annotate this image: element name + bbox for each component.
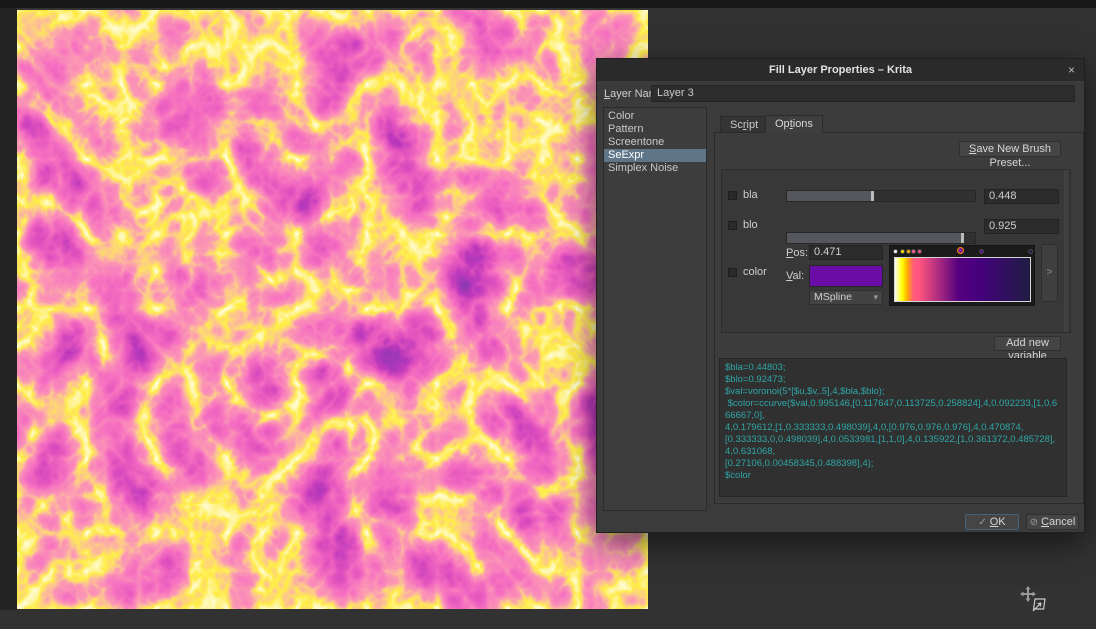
blo-slider-handle[interactable] bbox=[961, 233, 964, 243]
bla-slider-fill bbox=[787, 191, 871, 201]
list-item-color[interactable]: Color bbox=[604, 110, 706, 123]
list-item-simplex-noise[interactable]: Simplex Noise bbox=[604, 162, 706, 175]
interpolation-value: MSpline bbox=[814, 291, 852, 303]
ok-button[interactable]: ✓ OK bbox=[965, 514, 1019, 530]
blo-label: blo bbox=[743, 219, 758, 231]
gradient-stop-marker[interactable] bbox=[1028, 249, 1033, 254]
fill-layer-properties-dialog: Fill Layer Properties – Krita × Layer Na… bbox=[596, 58, 1085, 533]
dialog-title: Fill Layer Properties – Krita bbox=[597, 59, 1084, 81]
cancel-label: Cancel bbox=[1041, 516, 1075, 528]
list-item-screentone[interactable]: Screentone bbox=[604, 136, 706, 149]
gradient-control-points[interactable] bbox=[890, 246, 1034, 257]
gradient-editor[interactable] bbox=[889, 245, 1035, 306]
blo-slider-fill bbox=[787, 233, 961, 243]
gradient-stop-marker[interactable] bbox=[906, 249, 911, 254]
bla-slider-handle[interactable] bbox=[871, 191, 874, 201]
bla-value-field[interactable]: 0.448 bbox=[984, 189, 1059, 204]
dialog-titlebar[interactable]: Fill Layer Properties – Krita × bbox=[597, 59, 1084, 81]
blo-slider[interactable] bbox=[786, 232, 976, 244]
list-item-pattern[interactable]: Pattern bbox=[604, 123, 706, 136]
canvas-seexpr-preview[interactable] bbox=[17, 10, 648, 609]
gradient-bar[interactable] bbox=[894, 257, 1031, 302]
tab-options[interactable]: Options bbox=[765, 115, 823, 133]
cancel-circle-icon: ⊘ bbox=[1030, 517, 1038, 528]
checkmark-icon: ✓ bbox=[978, 517, 986, 528]
chevron-down-icon: ▾ bbox=[873, 291, 878, 304]
ok-label: OK bbox=[990, 516, 1006, 528]
gradient-stop-marker[interactable] bbox=[900, 249, 905, 254]
val-label: Val: bbox=[786, 270, 804, 282]
generator-list: Color Pattern Screentone SeExpr Simplex … bbox=[603, 107, 707, 511]
add-new-variable-button[interactable]: Add new variable bbox=[994, 336, 1061, 351]
gradient-stop-marker[interactable] bbox=[917, 249, 922, 254]
list-item-seexpr[interactable]: SeExpr bbox=[604, 149, 706, 162]
blo-value-field[interactable]: 0.925 bbox=[984, 219, 1059, 234]
color-value-swatch[interactable] bbox=[809, 265, 883, 287]
layer-name-input[interactable]: Layer 3 bbox=[651, 85, 1075, 102]
tab-script[interactable]: Script bbox=[720, 116, 768, 133]
blo-checkbox[interactable] bbox=[728, 221, 737, 230]
voronoi-noise-image bbox=[17, 10, 648, 609]
gradient-stop-marker[interactable] bbox=[911, 249, 916, 254]
interpolation-dropdown[interactable]: MSpline ▾ bbox=[809, 290, 883, 305]
window-top-strip bbox=[0, 0, 1096, 8]
gradient-stop-marker[interactable] bbox=[893, 249, 898, 254]
color-label: color bbox=[743, 266, 767, 278]
gradient-stop-marker[interactable] bbox=[957, 247, 964, 254]
bla-checkbox[interactable] bbox=[728, 191, 737, 200]
pos-label: Pos: bbox=[786, 247, 808, 259]
move-cursor-icon bbox=[1020, 586, 1052, 618]
gradient-next-button[interactable]: > bbox=[1041, 244, 1058, 302]
canvas-left-margin bbox=[0, 8, 17, 610]
variables-scrollbar[interactable] bbox=[1064, 170, 1068, 332]
gradient-stop-marker[interactable] bbox=[979, 249, 984, 254]
pos-value-field[interactable]: 0.471 bbox=[809, 245, 883, 260]
seexpr-script-preview[interactable]: $bla=0.44803; $blo=0.92473; $val=voronoi… bbox=[719, 358, 1067, 497]
close-icon[interactable]: × bbox=[1068, 59, 1075, 81]
save-new-brush-preset-button[interactable]: Save New Brush Preset... bbox=[959, 141, 1061, 157]
bla-label: bla bbox=[743, 189, 758, 201]
cancel-button[interactable]: ⊘Cancel bbox=[1026, 514, 1079, 530]
bla-slider[interactable] bbox=[786, 190, 976, 202]
color-checkbox[interactable] bbox=[728, 268, 737, 277]
